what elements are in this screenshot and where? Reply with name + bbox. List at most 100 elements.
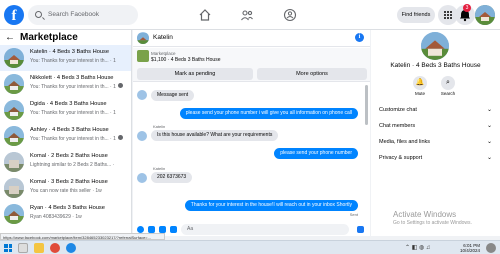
seen-avatar bbox=[118, 83, 123, 88]
marketplace-conversation-list: ← Marketplace Katelin · 4 Beds 3 Baths H… bbox=[0, 30, 132, 236]
seen-avatar bbox=[118, 135, 123, 140]
top-nav-bar: f Search Facebook Find friends 3 bbox=[0, 0, 500, 30]
search-icon[interactable]: ⌕ bbox=[441, 76, 455, 90]
conversation-item[interactable]: Katelin · 4 Beds 3 Baths House You: Than… bbox=[0, 45, 131, 71]
file-explorer-icon[interactable] bbox=[34, 243, 44, 253]
chevron-down-icon[interactable]: ⌄ bbox=[487, 154, 492, 161]
sender-avatar bbox=[137, 131, 147, 141]
chrome-icon[interactable] bbox=[50, 243, 60, 253]
chat-contact-name[interactable]: Katelin bbox=[153, 34, 173, 41]
sender-avatar bbox=[137, 173, 147, 183]
details-avatar[interactable] bbox=[421, 32, 449, 60]
conversation-item[interactable]: Dgida · 4 Beds 3 Baths House You: Thanks… bbox=[0, 97, 131, 123]
chevron-down-icon[interactable]: ⌄ bbox=[487, 106, 492, 113]
conversation-title: Komal · 3 Beds 2 Baths House bbox=[30, 179, 108, 185]
chat-avatar[interactable] bbox=[137, 32, 149, 44]
facebook-logo[interactable]: f bbox=[4, 5, 24, 25]
activate-windows-subtext: Go to Settings to activate Windows. bbox=[393, 220, 472, 226]
home-icon[interactable] bbox=[198, 8, 212, 22]
search-label: Search bbox=[440, 91, 456, 96]
conversation-preview: Lightning similar to 2 Beds 2 Baths... ·… bbox=[30, 162, 116, 168]
search-placeholder: Search Facebook bbox=[48, 11, 99, 18]
listing-thumbnail[interactable] bbox=[137, 50, 149, 62]
info-icon[interactable]: i bbox=[355, 33, 364, 42]
conversation-title: Komal · 2 Beds 2 Baths House bbox=[30, 153, 108, 159]
gif-icon[interactable] bbox=[170, 226, 177, 233]
sent-status: Sent bbox=[349, 212, 358, 217]
house-photo-icon bbox=[475, 5, 495, 25]
chevron-down-icon[interactable]: ⌄ bbox=[487, 138, 492, 145]
conversation-preview: You can now rate this seller · 1w bbox=[30, 188, 102, 194]
sender-name: Katelin bbox=[153, 166, 166, 171]
house-thumbnail bbox=[4, 152, 24, 172]
conversation-title: Katelin · 4 Beds 3 Baths House bbox=[30, 49, 110, 55]
message-bubble-incoming: Is this house available? What are your r… bbox=[151, 130, 279, 141]
conversation-preview: You: Thanks for your interest in th... ·… bbox=[30, 110, 116, 116]
marketplace-label: Marketplace bbox=[151, 51, 176, 56]
notification-center-icon[interactable] bbox=[486, 243, 496, 253]
conversation-preview: Ryan 4083439629 · 1w bbox=[30, 214, 82, 220]
mark-as-pending-button[interactable]: Mark as pending bbox=[137, 68, 253, 80]
like-thumb-icon[interactable] bbox=[357, 226, 364, 233]
more-options-button[interactable]: More options bbox=[257, 68, 367, 80]
plus-icon[interactable] bbox=[137, 226, 144, 233]
find-friends-button[interactable]: Find friends bbox=[397, 7, 435, 23]
photo-icon[interactable] bbox=[148, 226, 155, 233]
chat-window: Katelin i Marketplace $1,100 · 4 Beds 3 … bbox=[133, 30, 370, 236]
details-name: Katelin · 4 Beds 3 Baths House bbox=[390, 62, 481, 69]
marketplace-title: Marketplace bbox=[20, 32, 78, 43]
scrollbar[interactable] bbox=[365, 85, 368, 125]
edge-icon[interactable] bbox=[66, 243, 76, 253]
message-bubble-incoming: Message sent bbox=[151, 90, 195, 101]
bell-icon[interactable]: 🔔 bbox=[413, 76, 427, 90]
windows-taskbar: ⌃ ◧ ◍ ♫ 6:01 PM 10/4/2024 bbox=[0, 240, 500, 254]
message-composer: Aa bbox=[133, 223, 370, 236]
conversation-item[interactable]: Komal · 2 Beds 2 Baths House Lightning s… bbox=[0, 149, 131, 175]
search-icon[interactable] bbox=[18, 243, 28, 253]
conversation-preview: You: Thanks for your interest in th... ·… bbox=[30, 58, 116, 64]
listing-price-title[interactable]: $1,100 · 4 Beds 3 Baths House bbox=[151, 57, 221, 63]
conversation-title: Ashley · 4 Beds 3 Baths House bbox=[30, 127, 109, 133]
system-tray-icons[interactable]: ⌃ ◧ ◍ ♫ bbox=[405, 244, 430, 251]
back-arrow-icon[interactable]: ← bbox=[5, 32, 15, 43]
house-thumbnail bbox=[4, 74, 24, 94]
sender-avatar bbox=[137, 90, 147, 100]
house-thumbnail bbox=[4, 48, 24, 68]
privacy-support-item[interactable]: Privacy & support bbox=[379, 155, 422, 161]
message-bubble-outgoing: Thanks for your interest in the house!I … bbox=[184, 200, 358, 211]
message-bubble-incoming: 202 6373673 bbox=[151, 172, 193, 183]
conversation-preview: You: Thanks for your interest in th... ·… bbox=[30, 136, 116, 142]
search-icon bbox=[35, 11, 42, 18]
sticker-icon[interactable] bbox=[159, 226, 166, 233]
conversation-item[interactable]: Ashley · 4 Beds 3 Baths House You: Thank… bbox=[0, 123, 131, 149]
media-files-links-item[interactable]: Media, files and links bbox=[379, 139, 430, 145]
listing-banner: Marketplace $1,100 · 4 Beds 3 Baths Hous… bbox=[133, 48, 370, 82]
house-thumbnail bbox=[4, 204, 24, 224]
clock[interactable]: 6:01 PM 10/4/2024 bbox=[460, 243, 480, 253]
conversation-item[interactable]: Nikkolett · 4 Beds 3 Baths House You: Th… bbox=[0, 71, 131, 97]
windows-start-icon[interactable] bbox=[4, 244, 12, 252]
activate-windows-watermark: Activate Windows bbox=[393, 210, 457, 219]
link-status-url: https://www.facebook.com/marketplace/ite… bbox=[0, 233, 165, 240]
profile-avatar[interactable] bbox=[475, 5, 495, 25]
conversation-item[interactable]: Ryan · 4 Beds 3 Baths House Ryan 4083439… bbox=[0, 201, 131, 227]
conversation-title: Ryan · 4 Beds 3 Baths House bbox=[30, 205, 105, 211]
customize-chat-item[interactable]: Customize chat bbox=[379, 107, 417, 113]
message-input[interactable]: Aa bbox=[181, 224, 349, 235]
chat-members-item[interactable]: Chat members bbox=[379, 123, 415, 129]
message-bubble-outgoing: please send your phone number bbox=[274, 148, 358, 159]
groups-icon[interactable] bbox=[283, 8, 297, 22]
conversation-item[interactable]: Komal · 3 Beds 2 Baths House You can now… bbox=[0, 175, 131, 201]
conversation-title: Dgida · 4 Beds 3 Baths House bbox=[30, 101, 107, 107]
conversation-title: Nikkolett · 4 Beds 3 Baths House bbox=[30, 75, 114, 81]
message-bubble-outgoing: please send your phone number i will giv… bbox=[179, 108, 358, 119]
friends-icon[interactable] bbox=[240, 8, 254, 22]
conversation-details-panel: Katelin · 4 Beds 3 Baths House 🔔 Mute ⌕ … bbox=[371, 30, 500, 236]
search-input[interactable]: Search Facebook bbox=[28, 5, 138, 25]
chat-header: Katelin i bbox=[133, 30, 370, 47]
house-thumbnail bbox=[4, 100, 24, 120]
house-thumbnail bbox=[4, 178, 24, 198]
chevron-down-icon[interactable]: ⌄ bbox=[487, 122, 492, 129]
house-thumbnail bbox=[4, 126, 24, 146]
sender-name: Katelin bbox=[153, 124, 166, 129]
